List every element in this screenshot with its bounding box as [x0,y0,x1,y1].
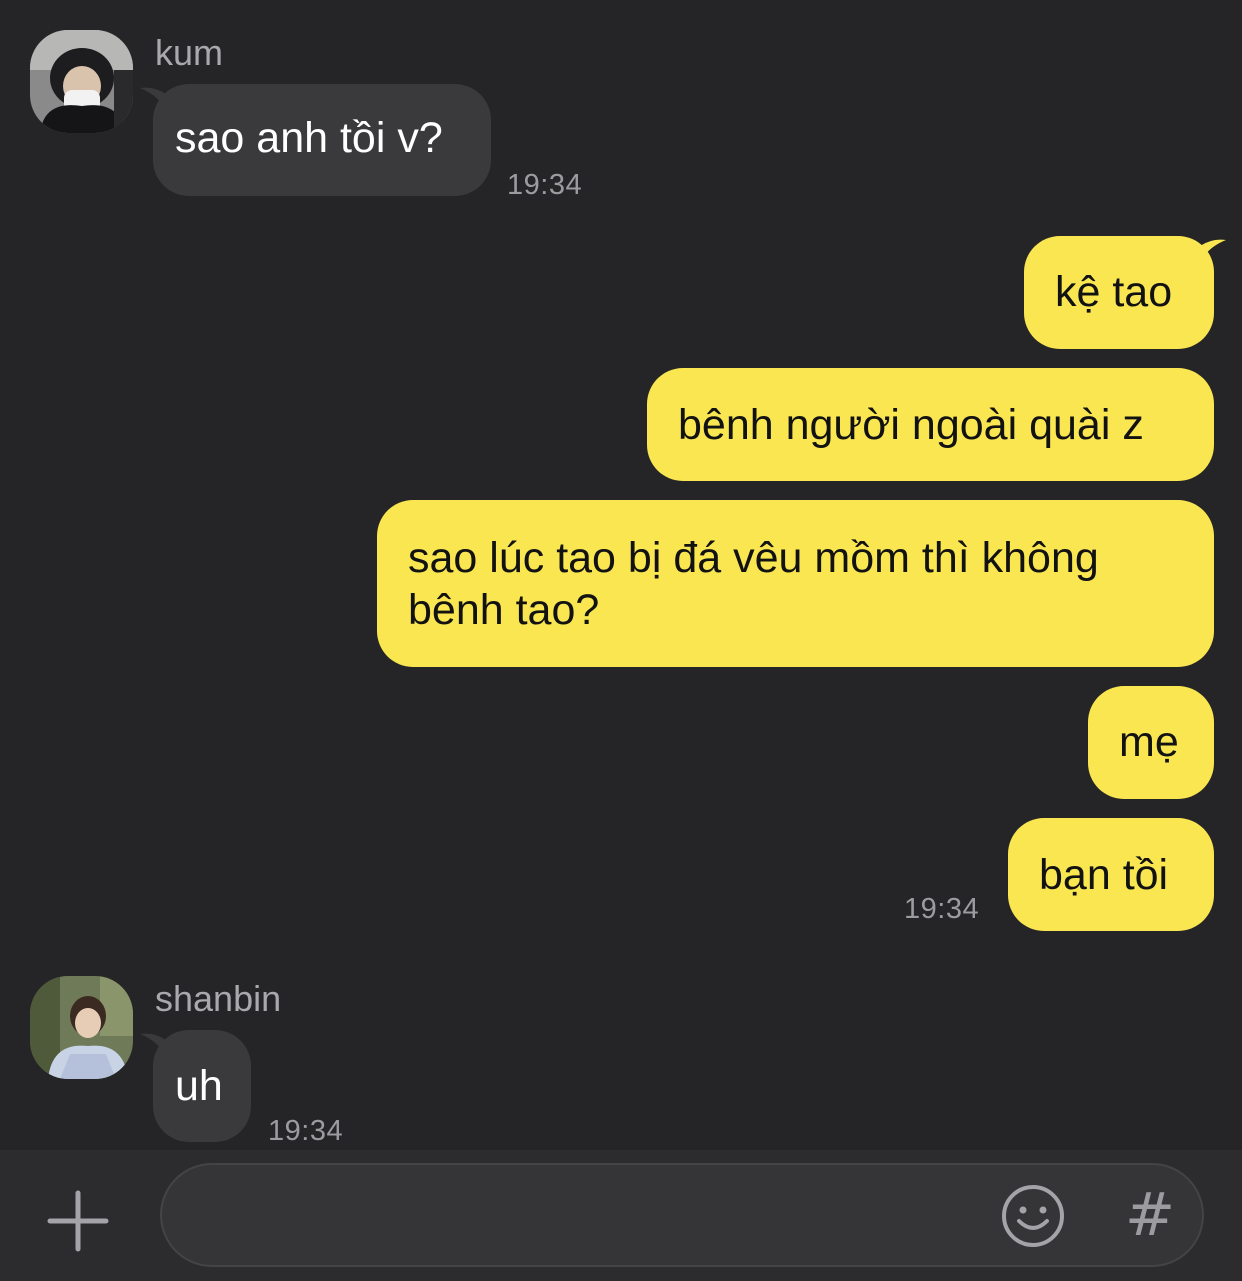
avatar-kum-photo [30,30,133,133]
avatar-shanbin-photo [30,976,133,1079]
message-bubble-outgoing[interactable]: mẹ [1088,686,1214,799]
message-bubble-incoming[interactable]: uh [153,1030,251,1142]
message-bubble-outgoing[interactable]: bênh người ngoài quài z [647,368,1214,481]
message-timestamp: 19:34 [904,893,980,925]
message-timestamp: 19:34 [268,1115,344,1147]
message-timestamp: 19:34 [507,169,583,201]
message-line: sao lúc tao bị đá vêu mồm thì không [408,534,1099,582]
chat-screen: kum sao anh tồi v? 19:34 kệ tao bênh ngư… [0,0,1242,1281]
message-bubble-outgoing[interactable]: bạn tồi [1008,818,1214,931]
emoji-button[interactable] [1000,1183,1066,1249]
message-bubble-incoming[interactable]: sao anh tồi v? [153,84,491,196]
attach-button[interactable] [40,1183,116,1259]
message-line: bênh tao? [408,586,600,634]
message-bubble-outgoing[interactable]: kệ tao [1024,236,1214,349]
plus-icon [47,1190,109,1252]
avatar-kum[interactable] [30,30,133,133]
avatar-shanbin[interactable] [30,976,133,1079]
message-bubble-outgoing-multiline[interactable]: sao lúc tao bị đá vêu mồm thì không bênh… [377,500,1214,667]
hash-icon[interactable]: # [1120,1177,1180,1253]
message-input[interactable] [192,1189,976,1245]
message-input-bar: # [0,1150,1242,1281]
message-text-field[interactable]: # [160,1163,1204,1267]
smiley-icon [1002,1185,1064,1247]
sender-name: shanbin [155,978,282,1019]
sender-name: kum [155,32,224,73]
